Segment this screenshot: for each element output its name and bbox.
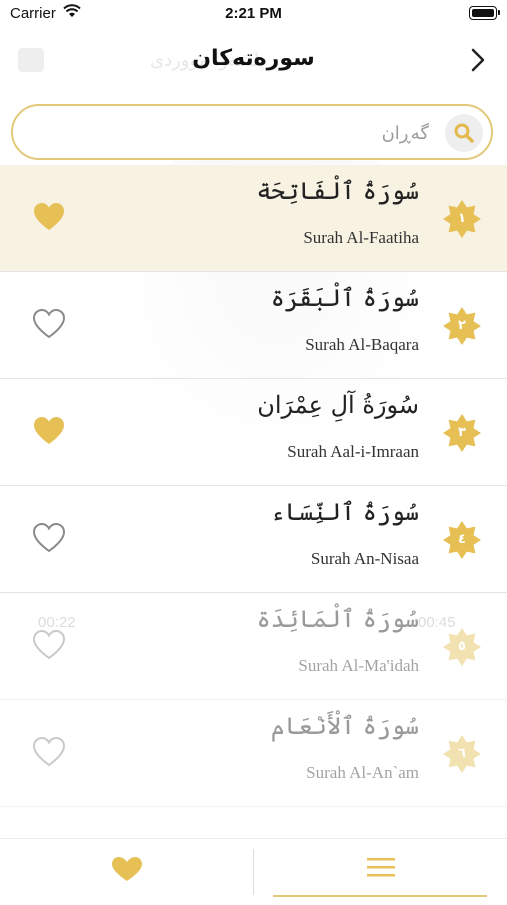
search-icon [454, 123, 474, 143]
surah-row-2[interactable]: سُورَةُ ٱلْبَقَرَة Surah Al-Baqara ٢ [0, 272, 507, 379]
surah-number-badge: ٦ [442, 734, 482, 774]
favorite-heart-icon[interactable] [32, 415, 66, 447]
surah-number: ٥ [458, 639, 466, 654]
surah-latin-name: Surah Aal-i-Imraan [287, 442, 419, 461]
clock: 2:21 PM [225, 5, 282, 22]
favorite-heart-outline-icon[interactable] [32, 522, 66, 554]
surah-latin-name: Surah Al-Baqara [305, 335, 419, 354]
surah-number: ١ [458, 211, 466, 226]
surah-row-3[interactable]: سُورَةُ آلِ عِمْرَان Surah Aal-i-Imraan … [0, 379, 507, 486]
surah-number-badge: ٣ [442, 413, 482, 453]
surah-arabic-name: سُورَةُ ٱلْبَقَرَة [270, 284, 419, 312]
surah-arabic-name: سُورَةُ ٱلْفَاتِحَة [256, 177, 419, 205]
tab-surah-list[interactable] [254, 839, 507, 901]
surah-latin-name: Surah Al-An`am [306, 763, 419, 782]
battery-icon [469, 6, 500, 20]
surah-number: ٤ [458, 532, 466, 547]
surah-number-badge: ١ [442, 199, 482, 239]
heart-icon [112, 857, 142, 881]
surah-number-badge: ٢ [442, 306, 482, 346]
tab-bar [0, 838, 507, 901]
surah-latin-name: Surah Al-Ma'idah [298, 656, 419, 675]
surah-list: سُورَةُ ٱلْفَاتِحَة Surah Al-Faatiha ١ س… [0, 165, 507, 807]
surah-latin-name: Surah Al-Faatiha [303, 228, 419, 247]
surah-number-badge: ٤ [442, 520, 482, 560]
chevron-right-icon [471, 48, 485, 72]
surah-number: ٦ [458, 746, 466, 761]
surah-arabic-name: سُورَةُ ٱلنِّسَاء [270, 498, 419, 526]
search-button[interactable] [445, 114, 483, 152]
navigation-bar: پلشەوا مووردی سورەتەکان [0, 28, 507, 92]
surah-number-badge: ٥ [442, 627, 482, 667]
menu-icon [367, 858, 395, 877]
back-button[interactable] [463, 44, 493, 76]
search-input[interactable] [33, 118, 431, 148]
tab-favorites[interactable] [0, 839, 254, 901]
surah-arabic-name: سُورَةُ ٱلْأَنْعَام [270, 712, 419, 740]
favorite-heart-icon[interactable] [32, 201, 66, 233]
surah-number: ٣ [458, 425, 466, 440]
surah-row-5[interactable]: سُورَةُ ٱلْمَائِدَة Surah Al-Ma'idah ٥ [0, 593, 507, 700]
favorite-heart-outline-icon[interactable] [32, 308, 66, 340]
surah-latin-name: Surah An-Nisaa [310, 549, 419, 568]
surah-row-1[interactable]: سُورَةُ ٱلْفَاتِحَة Surah Al-Faatiha ١ [0, 165, 507, 272]
status-bar: Carrier 2:21 PM [0, 0, 507, 28]
search-bar [11, 104, 493, 160]
favorite-heart-outline-icon[interactable] [32, 629, 66, 661]
page-title: سورەتەکان [192, 46, 315, 71]
surah-arabic-name: سُورَةُ ٱلْمَائِدَة [256, 605, 419, 633]
favorite-heart-outline-icon[interactable] [32, 736, 66, 768]
active-tab-indicator [273, 895, 487, 897]
surah-row-6[interactable]: سُورَةُ ٱلْأَنْعَام Surah Al-An`am ٦ [0, 700, 507, 807]
surah-row-4[interactable]: سُورَةُ ٱلنِّسَاء Surah An-Nisaa ٤ [0, 486, 507, 593]
surah-arabic-name: سُورَةُ آلِ عِمْرَان [257, 391, 419, 419]
surah-number: ٢ [458, 318, 466, 333]
